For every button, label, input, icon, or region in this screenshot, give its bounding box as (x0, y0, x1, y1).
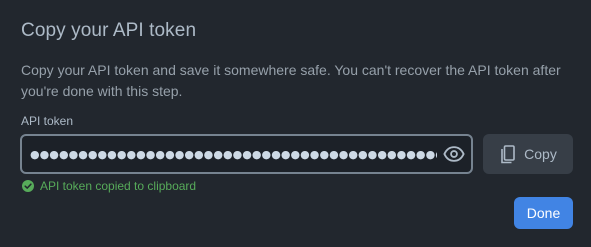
dialog-description: Copy your API token and save it somewher… (21, 62, 561, 99)
check-circle-icon (22, 180, 34, 192)
copy-status: API token copied to clipboard (22, 179, 196, 193)
api-token-value[interactable]: ●●●●●●●●●●●●●●●●●●●●●●●●●●●●●●●●●●●●●●●●… (22, 148, 437, 161)
api-token-field[interactable]: ●●●●●●●●●●●●●●●●●●●●●●●●●●●●●●●●●●●●●●●●… (20, 134, 473, 174)
status-text: API token copied to clipboard (40, 179, 197, 193)
done-button[interactable]: Done (514, 197, 573, 229)
copy-button[interactable]: Copy (483, 134, 573, 174)
dialog-title: Copy your API token (21, 20, 197, 41)
eye-icon[interactable] (437, 136, 471, 172)
copy-api-token-dialog: Copy your API token Copy your API token … (0, 0, 591, 247)
api-token-label: API token (21, 114, 74, 128)
copy-button-label: Copy (524, 146, 557, 162)
copy-icon (499, 144, 515, 164)
